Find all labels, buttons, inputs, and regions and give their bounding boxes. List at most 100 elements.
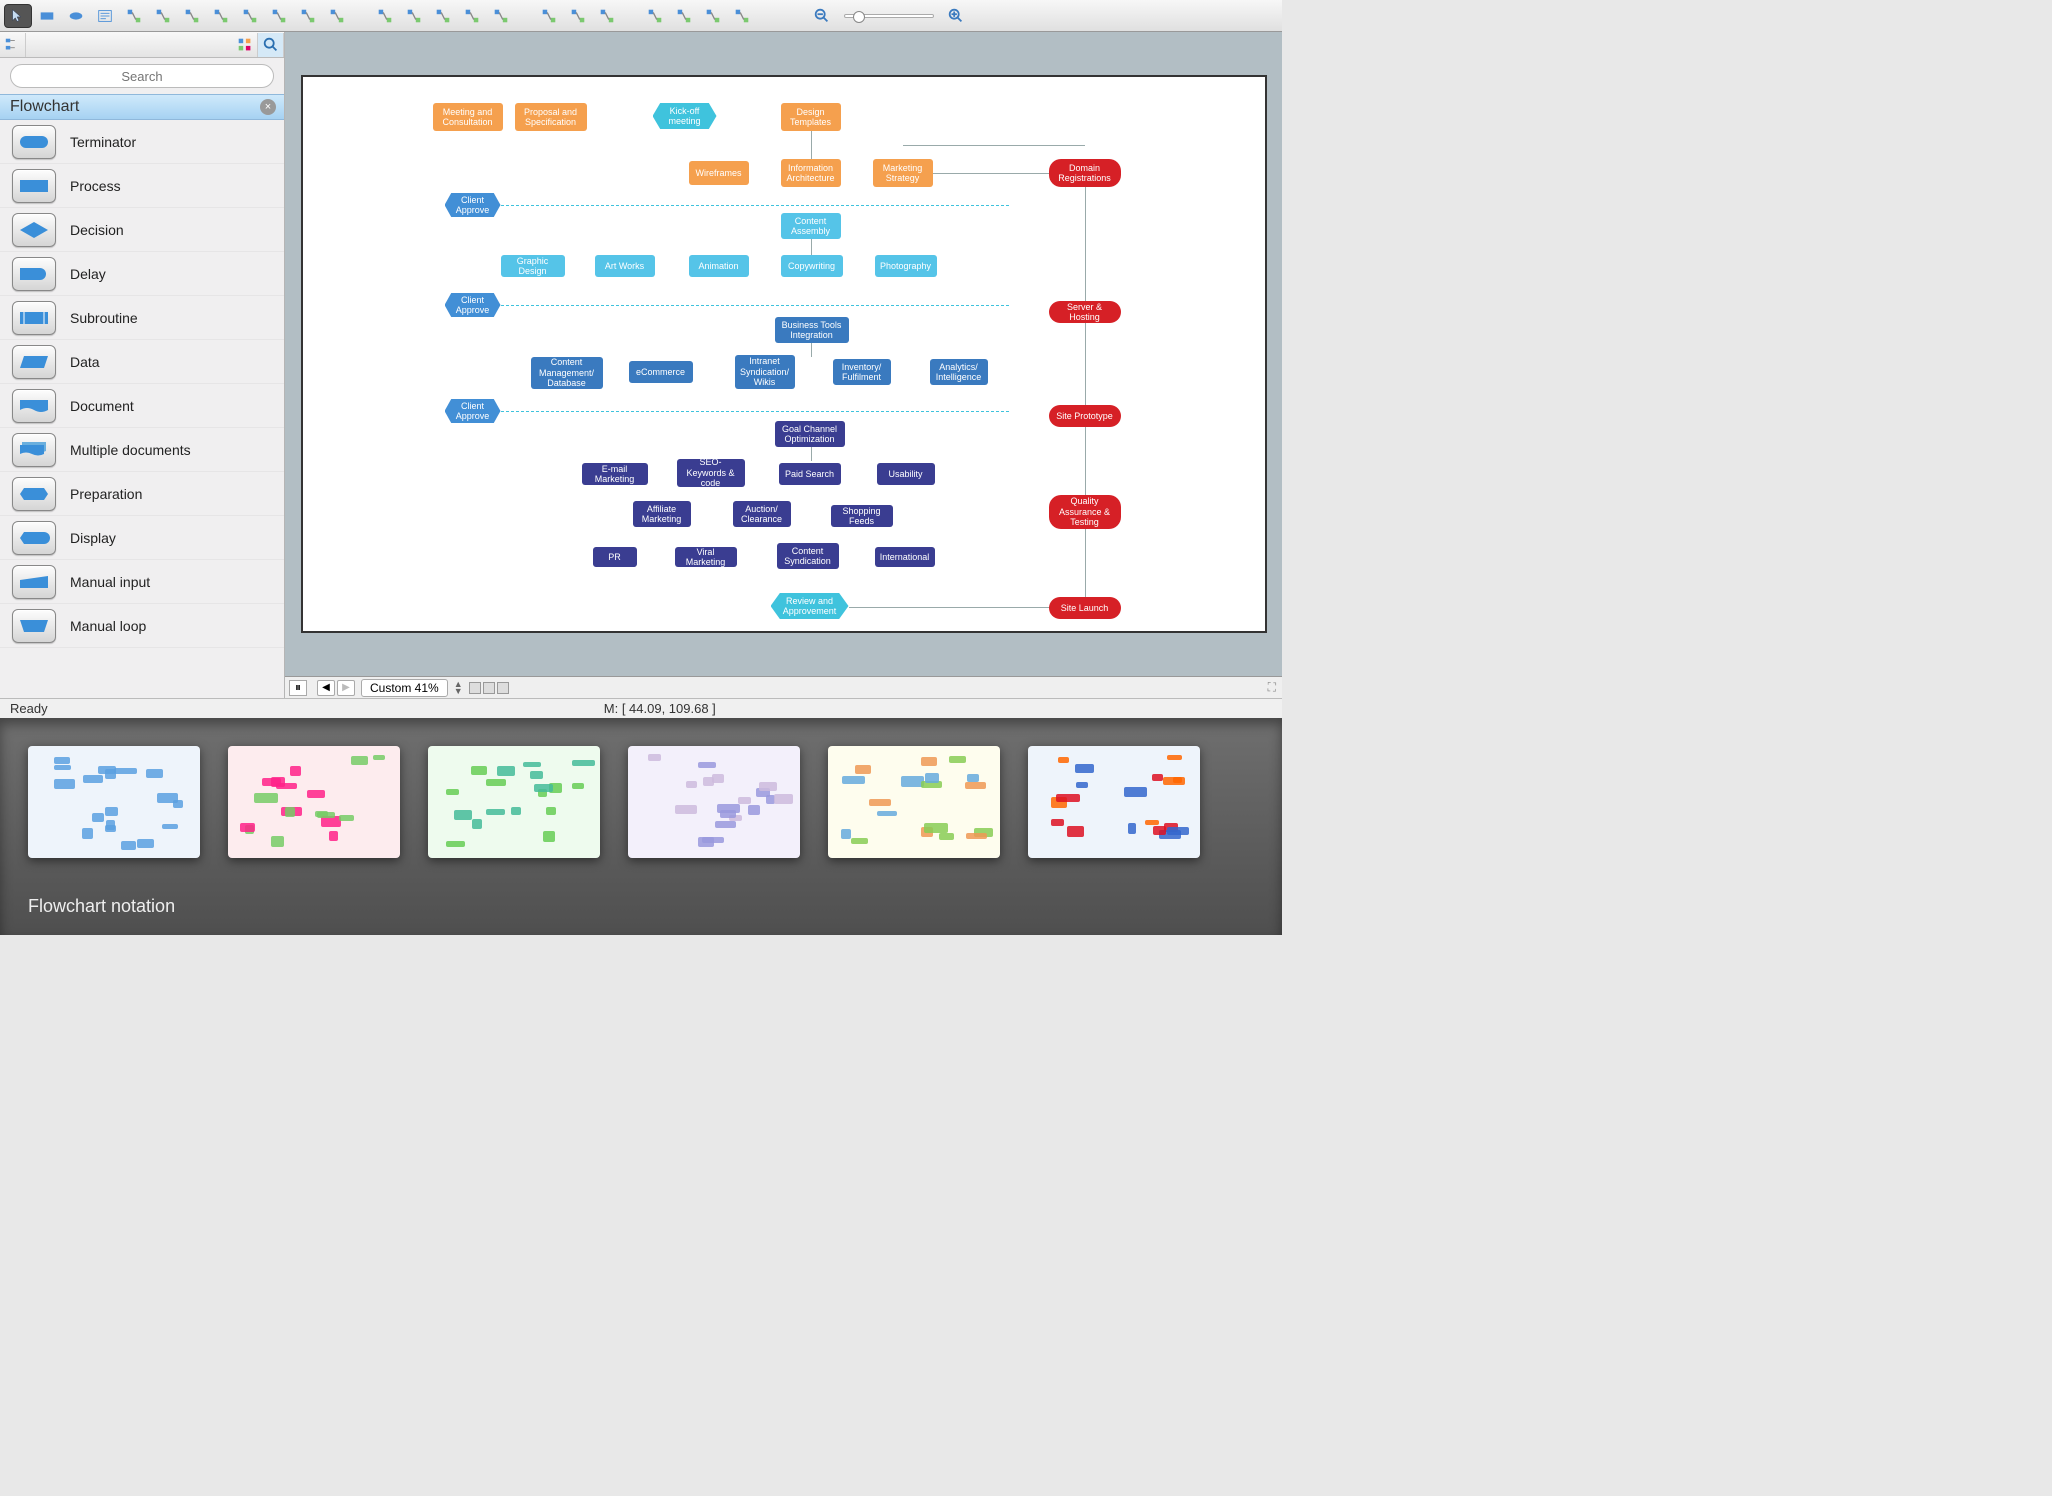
eyedropper-tool[interactable] <box>728 4 756 28</box>
thumb-2[interactable] <box>228 746 400 858</box>
flowchart-node[interactable]: Quality Assurance & Testing <box>1049 495 1121 529</box>
flowchart-node[interactable]: Copywriting <box>781 255 843 277</box>
flowchart-node[interactable]: Site Prototype <box>1049 405 1121 427</box>
flowchart-node[interactable]: Information Architecture <box>781 159 841 187</box>
page-indicator[interactable] <box>469 682 509 694</box>
pause-icon[interactable]: ⏸ <box>289 680 307 696</box>
vertical-align-tool[interactable] <box>458 4 486 28</box>
thumb-4[interactable] <box>628 746 800 858</box>
flowchart-node[interactable]: Shopping Feeds <box>831 505 893 527</box>
flowchart-node[interactable]: Analytics/ Intelligence <box>930 359 988 385</box>
fit-icon[interactable]: ⛶ <box>1268 680 1276 695</box>
shape-item-document[interactable]: Document <box>0 384 284 428</box>
connector-branch-tool[interactable] <box>265 4 293 28</box>
pointer-tool[interactable] <box>4 4 32 28</box>
line-tool[interactable] <box>371 4 399 28</box>
flowchart-node[interactable]: Content Management/ Database <box>531 357 603 389</box>
shape-item-decision[interactable]: Decision <box>0 208 284 252</box>
flowchart-node[interactable]: PR <box>593 547 637 567</box>
flowchart-node[interactable]: Auction/ Clearance <box>733 501 791 527</box>
zoom-in-button[interactable] <box>942 4 970 28</box>
search-input[interactable] <box>10 64 274 88</box>
zoom-slider[interactable] <box>844 14 934 18</box>
connector-2-tool[interactable] <box>149 4 177 28</box>
library-header[interactable]: Flowchart × <box>0 94 284 120</box>
flowchart-node[interactable]: SEO-Keywords & code <box>677 459 745 487</box>
flowchart-node[interactable]: Client Approve <box>445 399 501 423</box>
shape-item-preparation[interactable]: Preparation <box>0 472 284 516</box>
thumb-3[interactable] <box>428 746 600 858</box>
flowchart-node[interactable]: Viral Marketing <box>675 547 737 567</box>
flowchart-node[interactable]: Client Approve <box>445 193 501 217</box>
library-filter-input[interactable] <box>26 34 232 56</box>
pan-tool[interactable] <box>670 4 698 28</box>
stamp-tool[interactable] <box>699 4 727 28</box>
thumb-5[interactable] <box>828 746 1000 858</box>
flowchart-node[interactable]: Client Approve <box>445 293 501 317</box>
flowchart-node[interactable]: Goal Channel Optimization <box>775 421 845 447</box>
shape-item-terminator[interactable]: Terminator <box>0 120 284 164</box>
flowchart-node[interactable]: Marketing Strategy <box>873 159 933 187</box>
thumb-6[interactable] <box>1028 746 1200 858</box>
flowchart-node[interactable]: Review and Approvement <box>771 593 849 619</box>
flowchart-node[interactable]: Server & Hosting <box>1049 301 1121 323</box>
flowchart-node[interactable]: Paid Search <box>779 463 841 485</box>
flowchart-node[interactable]: E-mail Marketing <box>582 463 648 485</box>
shape-item-manual-input[interactable]: Manual input <box>0 560 284 604</box>
grid-view-icon[interactable] <box>232 33 258 57</box>
connector-multi-tool[interactable] <box>294 4 322 28</box>
ellipse-tool[interactable] <box>62 4 90 28</box>
flowchart-node[interactable]: eCommerce <box>629 361 693 383</box>
curve-tool[interactable] <box>400 4 428 28</box>
library-tree-icon[interactable] <box>0 33 26 57</box>
flowchart-node[interactable]: Usability <box>877 463 935 485</box>
arrange-2-tool[interactable] <box>564 4 592 28</box>
flowchart-node[interactable]: Animation <box>689 255 749 277</box>
connector-curved-tool[interactable] <box>178 4 206 28</box>
shape-item-display[interactable]: Display <box>0 516 284 560</box>
connector-tree-tool[interactable] <box>236 4 264 28</box>
shape-item-delay[interactable]: Delay <box>0 252 284 296</box>
flowchart-node[interactable]: Affiliate Marketing <box>633 501 691 527</box>
flowchart-node[interactable]: Design Templates <box>781 103 841 131</box>
zoom-readout[interactable]: Custom 41% <box>361 679 448 697</box>
close-icon[interactable]: × <box>260 99 276 115</box>
rectangle-tool[interactable] <box>33 4 61 28</box>
flowchart-node[interactable]: Inventory/ Fulfilment <box>833 359 891 385</box>
bezier-tool[interactable] <box>429 4 457 28</box>
flowchart-node[interactable]: Content Assembly <box>781 213 841 239</box>
text-tool[interactable] <box>91 4 119 28</box>
clear-tool[interactable] <box>487 4 515 28</box>
prev-page-button[interactable]: ◀ <box>317 680 335 696</box>
flowchart-node[interactable]: Kick-off meeting <box>653 103 717 129</box>
insert-tool[interactable] <box>323 4 351 28</box>
drawing-canvas[interactable]: Meeting and Consultation Proposal and Spe… <box>301 75 1267 633</box>
shape-item-manual-loop[interactable]: Manual loop <box>0 604 284 648</box>
flowchart-node[interactable]: Site Launch <box>1049 597 1121 619</box>
stepper-icon[interactable]: ▲▼ <box>454 681 463 695</box>
flowchart-node[interactable]: Intranet Syndication/ Wikis <box>735 355 795 389</box>
shape-item-process[interactable]: Process <box>0 164 284 208</box>
thumb-1[interactable] <box>28 746 200 858</box>
flowchart-node[interactable]: Photography <box>875 255 937 277</box>
flowchart-node[interactable]: Proposal and Specification <box>515 103 587 131</box>
next-page-button[interactable]: ▶ <box>337 680 355 696</box>
shape-item-subroutine[interactable]: Subroutine <box>0 296 284 340</box>
flowchart-node[interactable]: Business Tools Integration <box>775 317 849 343</box>
zoom-out-button[interactable] <box>808 4 836 28</box>
search-toggle-icon[interactable] <box>258 33 284 57</box>
flowchart-node[interactable]: Graphic Design <box>501 255 565 277</box>
connector-1-tool[interactable] <box>120 4 148 28</box>
arrange-3-tool[interactable] <box>593 4 621 28</box>
zoom-tool[interactable] <box>641 4 669 28</box>
connector-angled-tool[interactable] <box>207 4 235 28</box>
arrange-1-tool[interactable] <box>535 4 563 28</box>
shape-item-multiple-documents[interactable]: Multiple documents <box>0 428 284 472</box>
flowchart-node[interactable]: Domain Registrations <box>1049 159 1121 187</box>
flowchart-node[interactable]: Meeting and Consultation <box>433 103 503 131</box>
flowchart-node[interactable]: International <box>875 547 935 567</box>
shape-item-data[interactable]: Data <box>0 340 284 384</box>
flowchart-node[interactable]: Art Works <box>595 255 655 277</box>
flowchart-node[interactable]: Wireframes <box>689 161 749 185</box>
flowchart-node[interactable]: Content Syndication <box>777 543 839 569</box>
